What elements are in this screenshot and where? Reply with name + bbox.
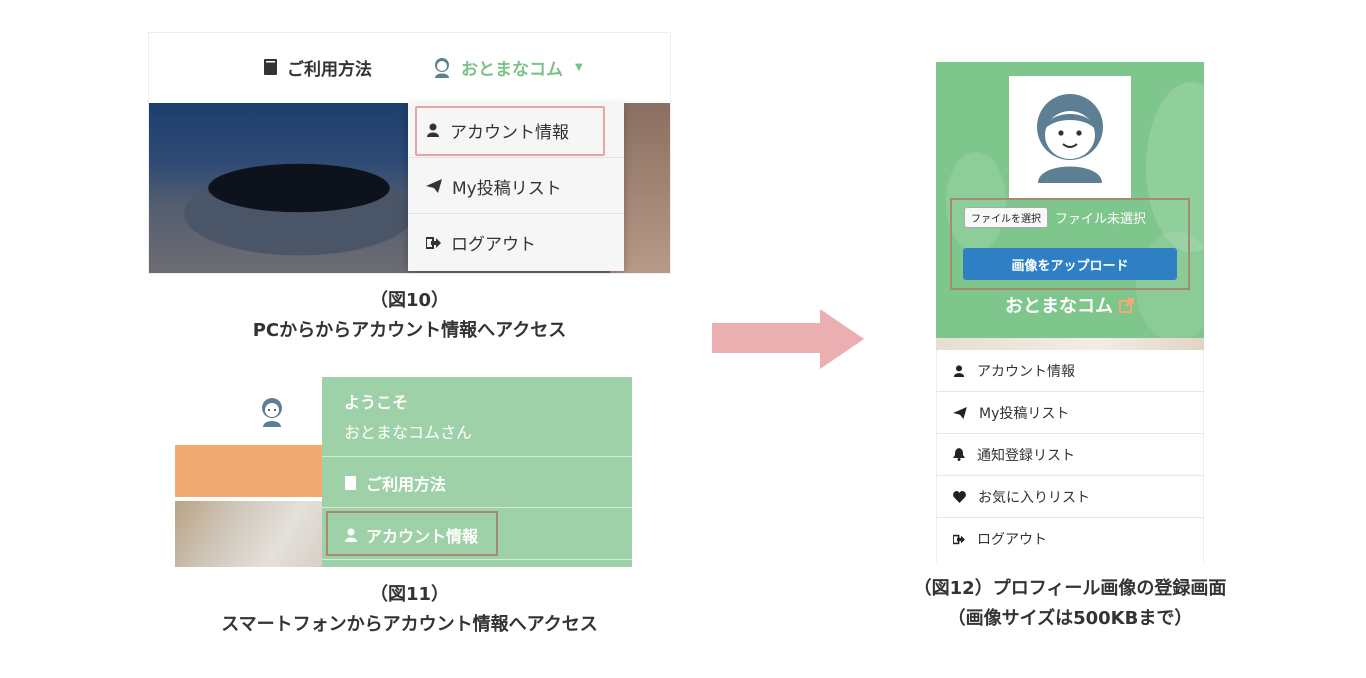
dropdown-item-label: My投稿リスト: [452, 178, 562, 199]
username-text: おとまなコムさん: [344, 423, 473, 442]
background-photo-strip: [936, 338, 1204, 350]
orange-banner: [175, 445, 322, 497]
figure-11-caption: （図11） スマートフォンからアカウント情報へアクセス: [148, 580, 671, 640]
figure-11-smartphone-screenshot: ようこそ おとまなコムさん ご利用方法 アカウント情報: [175, 377, 632, 567]
caption-line: （図12）プロフィール画像の登録画面: [913, 578, 1227, 599]
external-link-icon: [1119, 298, 1134, 313]
figure-10-pc-screenshot: ご利用方法 おとまなコム ▼ アカウント情報 My投稿リスト ログアウト: [148, 32, 671, 274]
nav-usage-label: ご利用方法: [287, 59, 372, 80]
side-menu-panel: ようこそ おとまなコムさん ご利用方法 アカウント情報: [322, 377, 632, 567]
menu-item-account[interactable]: アカウント情報: [937, 350, 1203, 392]
caption-line: （画像サイズは500KBまで）: [947, 608, 1193, 629]
dropdown-item-logout[interactable]: ログアウト: [408, 215, 624, 270]
background-photo: [175, 501, 322, 567]
highlight-box: [415, 106, 605, 156]
menu-item-label: My投稿リスト: [979, 405, 1070, 422]
paper-plane-icon: [426, 179, 442, 193]
sign-out-icon: [426, 236, 441, 249]
menu-item-usage[interactable]: ご利用方法: [344, 471, 446, 495]
caption-line: （図11）: [369, 584, 450, 605]
highlight-box: [950, 198, 1190, 290]
menu-item-label: ご利用方法: [366, 475, 447, 494]
figure-10-caption: （図10） PCからからアカウント情報へアクセス: [148, 286, 671, 346]
dropdown-item-label: ログアウト: [451, 235, 536, 255]
profile-name: おとまなコム: [1005, 296, 1113, 317]
header-bar: [149, 33, 670, 103]
figure-12-caption: （図12）プロフィール画像の登録画面 （画像サイズは500KBまで）: [860, 574, 1280, 634]
menu-item-logout[interactable]: ログアウト: [937, 518, 1203, 560]
highlight-box: [326, 511, 498, 556]
book-icon: [345, 476, 356, 490]
sign-out-icon: [953, 534, 965, 544]
menu-item-label: お気に入りリスト: [978, 489, 1090, 506]
heart-icon: [953, 490, 966, 503]
profile-avatar: [1009, 76, 1131, 198]
avatar-icon: [435, 58, 449, 78]
menu-item-notifications[interactable]: 通知登録リスト: [937, 434, 1203, 476]
profile-header: ファイルを選択 ファイル未選択 画像をアップロード おとまなコム: [936, 62, 1204, 338]
nav-usage-link[interactable]: ご利用方法: [263, 53, 372, 81]
user-icon: [953, 364, 965, 377]
divider: [322, 456, 632, 457]
avatar-icon: [1037, 94, 1103, 183]
paper-plane-icon: [953, 406, 967, 419]
menu-item-label: ログアウト: [977, 532, 1047, 548]
left-header: [175, 377, 322, 445]
arrow-right-icon: [712, 309, 864, 369]
welcome-text: ようこそ: [344, 393, 409, 412]
caption-line: スマートフォンからアカウント情報へアクセス: [221, 614, 598, 635]
figure-12-profile-screenshot: ファイルを選択 ファイル未選択 画像をアップロード おとまなコム アカウント情報…: [936, 62, 1204, 562]
dropdown-item-my-posts[interactable]: My投稿リスト: [408, 159, 624, 214]
caret-down-icon: ▼: [575, 61, 583, 73]
menu-item-label: 通知登録リスト: [977, 447, 1075, 464]
nav-user-menu[interactable]: おとまなコム ▼: [431, 53, 583, 81]
menu-item-label: アカウント情報: [977, 363, 1075, 380]
divider: [322, 507, 632, 508]
menu-item-my-posts[interactable]: My投稿リスト: [937, 392, 1203, 434]
divider: [322, 559, 632, 560]
avatar-icon: [262, 398, 282, 427]
profile-name-link[interactable]: おとまなコム: [936, 292, 1204, 318]
book-icon: [264, 59, 277, 75]
nav-user-label: おとまなコム: [461, 59, 563, 80]
caption-line: PCからからアカウント情報へアクセス: [252, 320, 567, 341]
bell-icon: [953, 448, 965, 461]
profile-menu: アカウント情報 My投稿リスト 通知登録リスト お気に入りリスト ログアウト: [936, 350, 1204, 562]
caption-line: （図10）: [369, 290, 450, 311]
menu-item-favorites[interactable]: お気に入りリスト: [937, 476, 1203, 518]
